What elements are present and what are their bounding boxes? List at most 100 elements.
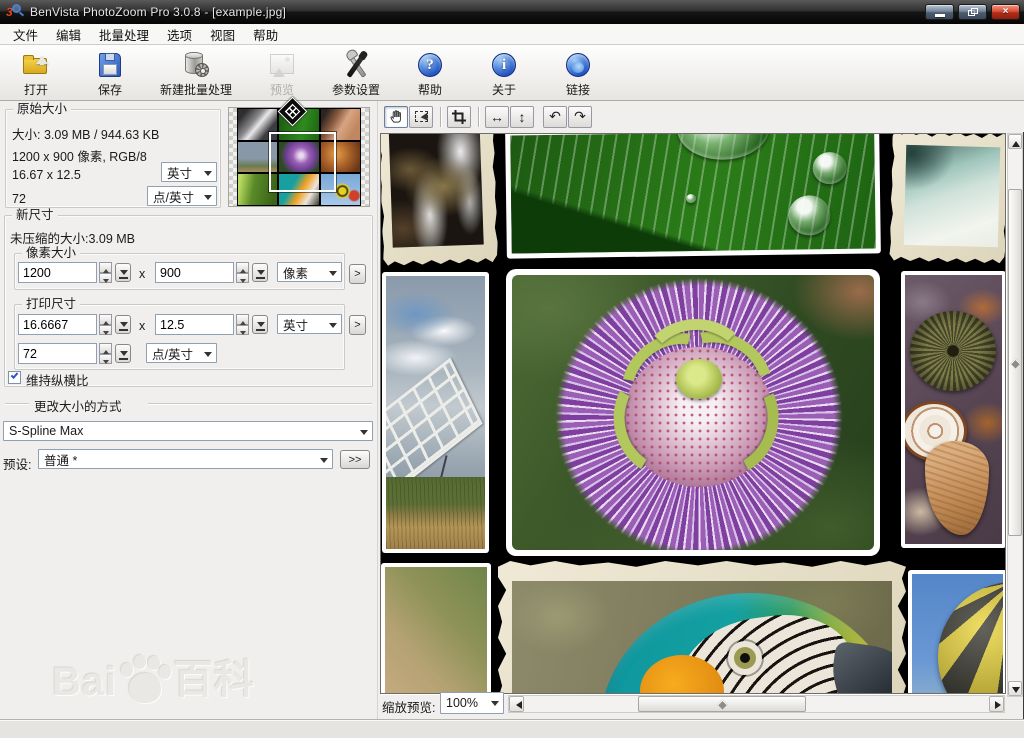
marquee-tool-button[interactable] — [409, 106, 433, 128]
links-button[interactable]: 链接 — [548, 49, 608, 98]
keep-aspect-checkbox[interactable] — [8, 371, 21, 384]
menu-help[interactable]: 帮助 — [244, 23, 287, 46]
zoom-level-combo[interactable]: 100% — [440, 692, 504, 714]
preview-toolbar: ↔ ↕ ↶ ↷ — [378, 101, 1024, 132]
chevron-down-icon — [204, 352, 212, 361]
links-globe-icon — [562, 50, 594, 80]
spin-down-icon[interactable] — [99, 325, 112, 336]
crop-tool-button[interactable] — [447, 106, 471, 128]
thumb-grip-icon — [1011, 359, 1021, 369]
chevron-down-icon — [329, 323, 337, 332]
spin-up-icon[interactable] — [99, 314, 112, 325]
pixel-width-input[interactable] — [18, 262, 97, 283]
resolution-unit-combo[interactable]: 点/英寸 — [146, 343, 217, 363]
spin-up-icon[interactable] — [99, 262, 112, 273]
flip-vertical-icon: ↕ — [519, 109, 526, 125]
pixel-height-input[interactable] — [155, 262, 234, 283]
spin-down-icon[interactable] — [236, 325, 249, 336]
vertical-scroll-thumb[interactable] — [1008, 189, 1022, 536]
spin-down-icon[interactable] — [99, 273, 112, 284]
menu-edit[interactable]: 编辑 — [47, 23, 90, 46]
resolution-spinner[interactable] — [99, 343, 112, 364]
photo-seashells — [901, 271, 1006, 548]
thumbnail-navigator[interactable] — [228, 107, 370, 207]
print-width-input[interactable] — [18, 314, 97, 335]
menu-options[interactable]: 选项 — [158, 23, 201, 46]
original-size-group: 原始大小 大小: 3.09 MB / 944.63 KB 1200 x 900 … — [5, 109, 221, 208]
spin-up-icon[interactable] — [99, 343, 112, 354]
pixel-unit-combo[interactable]: 像素 — [277, 262, 342, 282]
pixel-width-history-dropdown[interactable] — [115, 263, 131, 282]
preview-image-icon — [266, 50, 298, 80]
navigator-viewport-rect[interactable] — [269, 132, 336, 192]
chevron-down-icon — [329, 271, 337, 280]
original-size-title: 原始大小 — [13, 102, 71, 116]
print-width-spinner[interactable] — [99, 314, 112, 335]
rotate-cw-button[interactable]: ↷ — [568, 106, 592, 128]
settings-button[interactable]: 参数设置 — [326, 49, 386, 98]
pixel-apply-button[interactable]: > — [349, 264, 366, 284]
photo-blurred-foliage — [381, 563, 491, 694]
original-print-unit-combo[interactable]: 英寸 — [161, 162, 217, 182]
status-bar — [0, 719, 1024, 738]
menu-batch[interactable]: 批量处理 — [90, 23, 158, 46]
horizontal-scrollbar[interactable] — [508, 695, 1005, 713]
spin-down-icon[interactable] — [99, 354, 112, 365]
print-size-title: 打印尺寸 — [22, 297, 80, 311]
print-apply-button[interactable]: > — [349, 315, 366, 335]
vertical-scrollbar[interactable] — [1007, 133, 1023, 697]
spin-up-icon[interactable] — [236, 262, 249, 273]
original-resolution-unit-combo[interactable]: 点/英寸 — [147, 186, 217, 206]
flip-vertical-button[interactable]: ↕ — [510, 106, 534, 128]
pixel-height-spinner[interactable] — [236, 262, 249, 283]
restore-button[interactable] — [958, 4, 987, 20]
pixel-height-history-dropdown[interactable] — [252, 263, 268, 282]
hand-icon — [389, 109, 404, 124]
close-button[interactable]: × — [991, 4, 1020, 20]
print-width-history-dropdown[interactable] — [115, 315, 131, 334]
app-window: 3 BenVista PhotoZoom Pro 3.0.8 - [exampl… — [0, 0, 1024, 738]
close-icon: × — [992, 5, 1019, 19]
scroll-left-button[interactable] — [509, 696, 524, 712]
about-info-icon: i — [488, 50, 520, 80]
about-button[interactable]: i 关于 — [474, 49, 534, 98]
preview-button[interactable]: 预览 — [252, 49, 312, 98]
horizontal-scroll-thumb[interactable] — [638, 696, 806, 712]
minimize-button[interactable] — [925, 4, 954, 20]
print-height-history-dropdown[interactable] — [252, 315, 268, 334]
flip-horizontal-button[interactable]: ↔ — [485, 106, 509, 128]
save-button[interactable]: 保存 — [80, 49, 140, 98]
preset-combo[interactable]: 普通 * — [38, 449, 333, 469]
open-button[interactable]: 打开 — [6, 49, 66, 98]
resize-method-title: 更改大小的方式 — [34, 396, 122, 415]
original-print-size: 16.67 x 12.5 — [12, 168, 81, 182]
print-unit-combo[interactable]: 英寸 — [277, 314, 342, 334]
resolution-input[interactable] — [18, 343, 97, 364]
hand-tool-button[interactable] — [384, 106, 408, 128]
new-batch-button[interactable]: 新建批量处理 — [154, 49, 238, 98]
help-button[interactable]: ? 帮助 — [400, 49, 460, 98]
original-file-size: 大小: 3.09 MB / 944.63 KB — [12, 124, 159, 143]
spin-up-icon[interactable] — [236, 314, 249, 325]
app-logo-icon: 3 — [6, 4, 24, 20]
preview-viewport[interactable] — [380, 133, 1006, 694]
scroll-down-button[interactable] — [1008, 681, 1022, 696]
print-height-input[interactable] — [155, 314, 234, 335]
preset-expand-button[interactable]: >> — [340, 450, 370, 469]
pixel-size-title: 像素大小 — [22, 246, 80, 260]
menu-view[interactable]: 视图 — [201, 23, 244, 46]
pixel-width-spinner[interactable] — [99, 262, 112, 283]
chevron-down-icon — [320, 458, 328, 467]
scroll-right-button[interactable] — [989, 696, 1004, 712]
scroll-up-button[interactable] — [1008, 134, 1022, 149]
print-height-spinner[interactable] — [236, 314, 249, 335]
resize-method-combo[interactable]: S-Spline Max — [3, 421, 373, 441]
times-label: x — [139, 319, 145, 333]
chevron-down-icon — [204, 195, 212, 204]
print-size-group: 打印尺寸 x 英寸 点/英寸 — [14, 304, 345, 370]
filmstrip-checker-left — [229, 108, 237, 206]
resolution-history-dropdown[interactable] — [115, 344, 131, 363]
spin-down-icon[interactable] — [236, 273, 249, 284]
rotate-ccw-button[interactable]: ↶ — [543, 106, 567, 128]
menu-file[interactable]: 文件 — [4, 23, 47, 46]
